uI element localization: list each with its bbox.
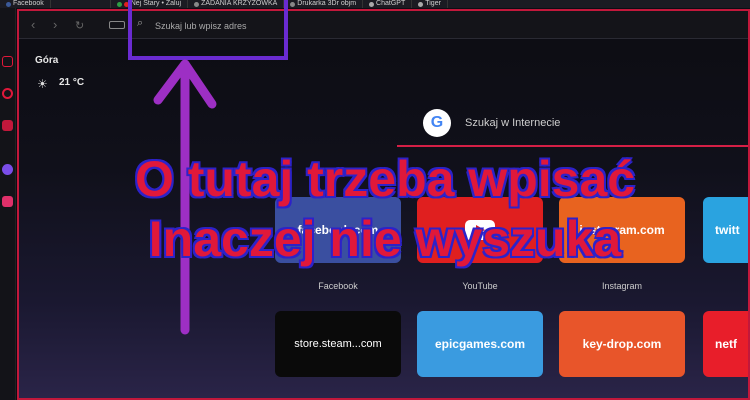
facebook-icon bbox=[6, 1, 11, 7]
tile-caption: Facebook bbox=[318, 281, 358, 291]
github-icon bbox=[418, 1, 424, 7]
tab-blank[interactable] bbox=[51, 0, 111, 8]
tab-tiger[interactable]: Tiger bbox=[412, 0, 448, 8]
speed-icon[interactable] bbox=[2, 88, 13, 99]
tile-label: store.steam...com bbox=[294, 338, 382, 350]
tab-facebook[interactable]: Facebook bbox=[0, 0, 51, 8]
page-icon bbox=[290, 1, 296, 7]
tab-label: ChatGPT bbox=[376, 0, 406, 7]
google-icon: G bbox=[423, 109, 451, 137]
tab-chatgpt[interactable]: ChatGPT bbox=[363, 0, 413, 8]
speed-dial-key-drop[interactable]: key-drop.com bbox=[559, 311, 685, 377]
weather-city: Góra bbox=[35, 55, 59, 66]
overlay-caption-line-2: Inaczej nie wyszuka bbox=[148, 210, 622, 268]
search-label: Szukaj w Internecie bbox=[465, 117, 561, 129]
tab-label: Tiger bbox=[425, 0, 441, 7]
green-icon bbox=[116, 1, 122, 7]
overlay-caption-line-1: O tutaj trzeba wpisać bbox=[134, 150, 636, 208]
mail-icon[interactable] bbox=[2, 56, 13, 67]
keyboard-icon[interactable] bbox=[109, 21, 125, 29]
speed-dial-epicgames[interactable]: epicgames.com bbox=[417, 311, 543, 377]
tile-label: epicgames.com bbox=[434, 337, 526, 351]
web-search-box[interactable]: G Szukaj w Internecie bbox=[397, 99, 748, 147]
openai-icon bbox=[369, 1, 375, 7]
tile-caption: YouTube bbox=[462, 281, 498, 291]
tile-label: key-drop.com bbox=[582, 337, 662, 351]
forward-icon[interactable]: › bbox=[53, 17, 57, 32]
weather-temperature: 21 °C bbox=[59, 77, 85, 88]
reload-icon[interactable]: ↻ bbox=[75, 19, 84, 32]
twitch-icon[interactable] bbox=[2, 120, 13, 131]
tile-label: netf bbox=[715, 337, 737, 351]
speed-dial-steam[interactable]: store.steam...com bbox=[275, 311, 401, 377]
tab-drukarka[interactable]: Drukarka 3Dr objm bbox=[284, 0, 364, 8]
tab-label: Drukarka 3Dr objm bbox=[297, 0, 357, 7]
sun-icon: ☀ bbox=[37, 77, 48, 91]
tile-caption: Instagram bbox=[601, 281, 643, 291]
tab-strip: Facebook Nej Stary • Zaluj ZADANIA KRZYZ… bbox=[0, 0, 750, 8]
back-icon[interactable]: ‹ bbox=[31, 17, 35, 32]
speed-dial-netflix[interactable]: netf bbox=[703, 311, 748, 377]
tab-label: Facebook bbox=[13, 0, 44, 7]
